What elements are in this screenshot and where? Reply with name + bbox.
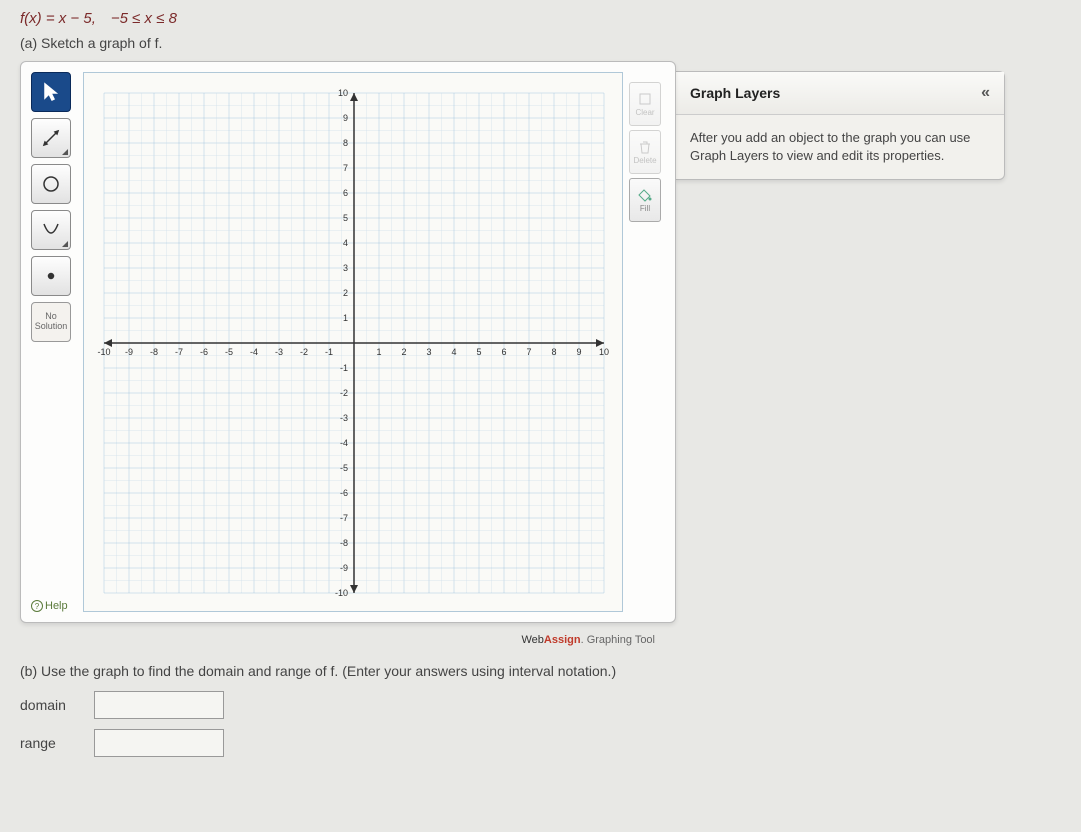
brand-footer: WebAssign. Graphing Tool bbox=[521, 634, 655, 646]
help-label: Help bbox=[45, 600, 68, 612]
svg-text:8: 8 bbox=[343, 138, 348, 148]
layers-title: Graph Layers bbox=[690, 85, 780, 101]
action-toolbar: Clear Delete Fill bbox=[629, 72, 665, 612]
svg-text:4: 4 bbox=[343, 238, 348, 248]
svg-text:-5: -5 bbox=[340, 463, 348, 473]
svg-text:1: 1 bbox=[343, 313, 348, 323]
svg-text:-8: -8 bbox=[340, 538, 348, 548]
fill-icon bbox=[638, 188, 652, 202]
svg-text:7: 7 bbox=[526, 347, 531, 357]
svg-text:3: 3 bbox=[343, 263, 348, 273]
circle-icon bbox=[41, 174, 61, 194]
svg-text:-1: -1 bbox=[325, 347, 333, 357]
svg-text:6: 6 bbox=[501, 347, 506, 357]
point-icon bbox=[41, 266, 61, 286]
svg-text:-10: -10 bbox=[335, 588, 348, 598]
help-link[interactable]: ? Help bbox=[31, 600, 77, 612]
svg-text:1: 1 bbox=[376, 347, 381, 357]
svg-text:2: 2 bbox=[401, 347, 406, 357]
domain-input[interactable] bbox=[94, 691, 224, 719]
svg-text:7: 7 bbox=[343, 163, 348, 173]
svg-text:10: 10 bbox=[338, 88, 348, 98]
svg-text:2: 2 bbox=[343, 288, 348, 298]
point-tool[interactable] bbox=[31, 256, 71, 296]
collapse-icon[interactable]: « bbox=[981, 84, 990, 102]
pointer-icon bbox=[41, 82, 61, 102]
svg-text:9: 9 bbox=[576, 347, 581, 357]
tool-toolbar: No Solution ? Help bbox=[31, 72, 77, 612]
svg-text:4: 4 bbox=[451, 347, 456, 357]
delete-button[interactable]: Delete bbox=[629, 130, 661, 174]
svg-text:-6: -6 bbox=[340, 488, 348, 498]
svg-text:-7: -7 bbox=[175, 347, 183, 357]
svg-text:-2: -2 bbox=[340, 388, 348, 398]
svg-text:9: 9 bbox=[343, 113, 348, 123]
svg-text:6: 6 bbox=[343, 188, 348, 198]
domain-label: domain bbox=[20, 697, 80, 713]
svg-text:-9: -9 bbox=[340, 563, 348, 573]
svg-text:10: 10 bbox=[599, 347, 609, 357]
svg-text:-4: -4 bbox=[250, 347, 258, 357]
range-input[interactable] bbox=[94, 729, 224, 757]
svg-text:-9: -9 bbox=[125, 347, 133, 357]
svg-text:-6: -6 bbox=[200, 347, 208, 357]
svg-text:8: 8 bbox=[551, 347, 556, 357]
help-icon: ? bbox=[31, 600, 43, 612]
clear-icon bbox=[638, 92, 652, 106]
function-formula: f(x) = x − 5, −5 ≤ x ≤ 8 bbox=[20, 10, 1061, 27]
pointer-tool[interactable] bbox=[31, 72, 71, 112]
graph-panel: No Solution ? Help -10-10-9-9-8-8-7-7-6-… bbox=[20, 61, 676, 623]
parabola-tool[interactable] bbox=[31, 210, 71, 250]
svg-text:-8: -8 bbox=[150, 347, 158, 357]
parabola-icon bbox=[41, 220, 61, 240]
fill-button[interactable]: Fill bbox=[629, 178, 661, 222]
line-icon bbox=[41, 128, 61, 148]
line-tool[interactable] bbox=[31, 118, 71, 158]
svg-text:-2: -2 bbox=[300, 347, 308, 357]
circle-tool[interactable] bbox=[31, 164, 71, 204]
trash-icon bbox=[638, 140, 652, 154]
svg-text:-1: -1 bbox=[340, 363, 348, 373]
svg-text:3: 3 bbox=[426, 347, 431, 357]
layers-body-text: After you add an object to the graph you… bbox=[676, 115, 1004, 179]
graph-canvas[interactable]: -10 -10 -9 -9 -8 -8 -7 -7 -6 -6 -5 -5 -4 -4 -3 -3 -2 -2 -1… bbox=[83, 72, 623, 612]
clear-button[interactable]: Clear bbox=[629, 82, 661, 126]
range-label: range bbox=[20, 735, 80, 751]
svg-text:-3: -3 bbox=[275, 347, 283, 357]
svg-text:-7: -7 bbox=[340, 513, 348, 523]
svg-text:-5: -5 bbox=[225, 347, 233, 357]
graph-layers-panel: Graph Layers « After you add an object t… bbox=[675, 71, 1005, 180]
part-b-label: (b) Use the graph to find the domain and… bbox=[20, 663, 1061, 679]
svg-text:-4: -4 bbox=[340, 438, 348, 448]
part-a-label: (a) Sketch a graph of f. bbox=[20, 35, 1061, 51]
svg-text:5: 5 bbox=[343, 213, 348, 223]
svg-text:-3: -3 bbox=[340, 413, 348, 423]
svg-text:-10: -10 bbox=[97, 347, 110, 357]
svg-text:5: 5 bbox=[476, 347, 481, 357]
no-solution-button[interactable]: No Solution bbox=[31, 302, 71, 342]
